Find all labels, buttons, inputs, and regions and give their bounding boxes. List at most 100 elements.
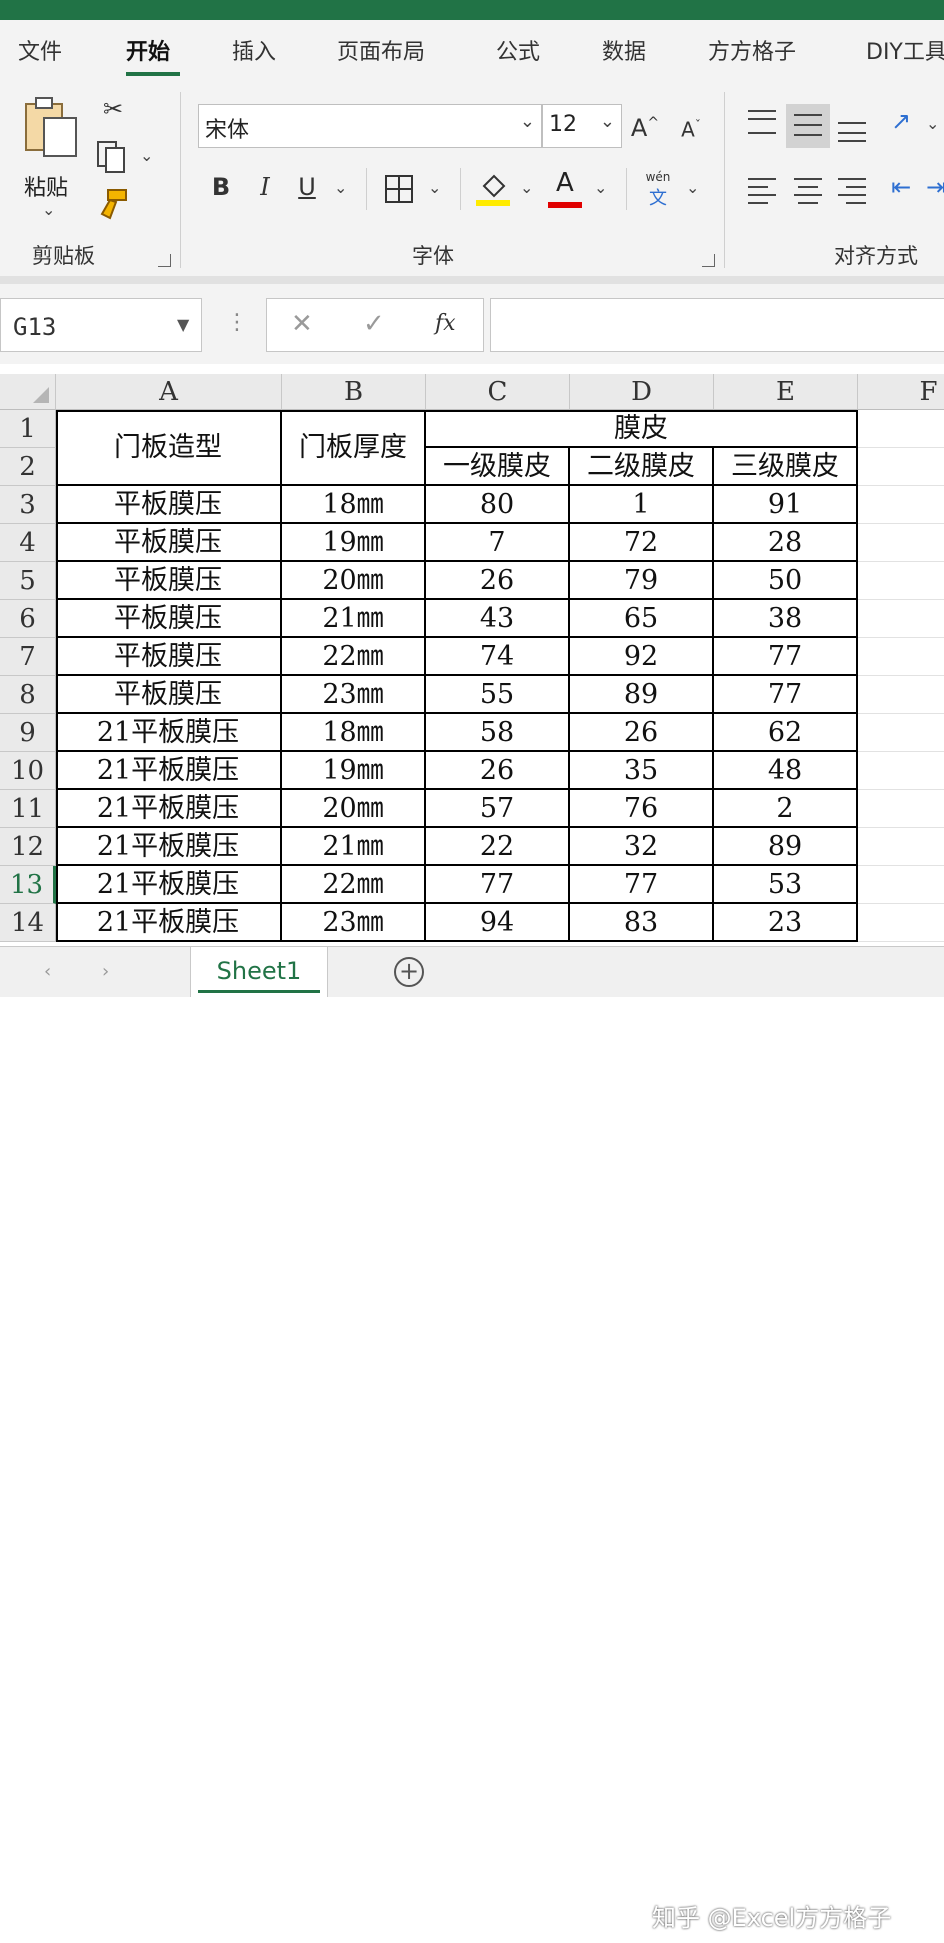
table-cell-c3[interactable]: 80: [426, 486, 570, 524]
row-header-1[interactable]: 1: [0, 410, 56, 448]
copy-button[interactable]: [96, 140, 128, 178]
paste-button[interactable]: 粘贴 ⌄: [22, 96, 82, 226]
clipboard-launcher-icon[interactable]: [158, 254, 171, 267]
table-cell-f2[interactable]: [858, 448, 944, 486]
paste-chevron-icon[interactable]: ⌄: [42, 200, 55, 219]
orientation-icon[interactable]: ↗: [884, 106, 918, 136]
row-header-3[interactable]: 3: [0, 486, 56, 524]
table-cell-d12[interactable]: 32: [570, 828, 714, 866]
row-header-5[interactable]: 5: [0, 562, 56, 600]
table-cell-c12[interactable]: 22: [426, 828, 570, 866]
table-cell-d5[interactable]: 79: [570, 562, 714, 600]
font-size-select[interactable]: 12 ⌄: [542, 104, 622, 148]
table-cell-a3[interactable]: 平板膜压: [56, 486, 282, 524]
row-header-4[interactable]: 4: [0, 524, 56, 562]
table-cell-b8[interactable]: 23㎜: [282, 676, 426, 714]
table-cell-c9[interactable]: 58: [426, 714, 570, 752]
tab-formulas[interactable]: 公式: [496, 34, 540, 66]
row-header-2[interactable]: 2: [0, 448, 56, 486]
chevron-down-icon[interactable]: ▼: [177, 315, 189, 334]
formula-bar-resize-dots-icon[interactable]: ⋮: [226, 310, 248, 335]
table-cell-d14[interactable]: 83: [570, 904, 714, 942]
table-cell-f10[interactable]: [858, 752, 944, 790]
table-cell-a5[interactable]: 平板膜压: [56, 562, 282, 600]
row-header-11[interactable]: 11: [0, 790, 56, 828]
table-cell-f14[interactable]: [858, 904, 944, 942]
table-cell-f7[interactable]: [858, 638, 944, 676]
table-cell-d13[interactable]: 77: [570, 866, 714, 904]
format-painter-button[interactable]: [96, 188, 130, 224]
table-cell-e14[interactable]: 23: [714, 904, 858, 942]
column-header-f[interactable]: F: [858, 374, 944, 410]
align-left-button[interactable]: [748, 174, 778, 204]
borders-chevron-icon[interactable]: ⌄: [428, 178, 441, 197]
table-cell-f6[interactable]: [858, 600, 944, 638]
decrease-indent-icon[interactable]: ⇤: [884, 172, 918, 202]
column-header-d[interactable]: D: [570, 374, 714, 410]
table-cell-b10[interactable]: 19㎜: [282, 752, 426, 790]
row-header-9[interactable]: 9: [0, 714, 56, 752]
borders-button[interactable]: [384, 174, 414, 208]
header-film-level-1[interactable]: 一级膜皮: [426, 448, 570, 486]
table-cell-d7[interactable]: 92: [570, 638, 714, 676]
table-cell-a9[interactable]: 21平板膜压: [56, 714, 282, 752]
italic-button[interactable]: I: [250, 172, 280, 202]
bold-button[interactable]: B: [206, 172, 236, 202]
table-cell-c4[interactable]: 7: [426, 524, 570, 562]
phonetic-chevron-icon[interactable]: ⌄: [686, 178, 699, 197]
column-header-e[interactable]: E: [714, 374, 858, 410]
table-cell-c10[interactable]: 26: [426, 752, 570, 790]
table-cell-c14[interactable]: 94: [426, 904, 570, 942]
font-color-chevron-icon[interactable]: ⌄: [594, 178, 607, 197]
table-cell-e5[interactable]: 50: [714, 562, 858, 600]
table-cell-e7[interactable]: 77: [714, 638, 858, 676]
formula-input[interactable]: [490, 298, 944, 352]
table-cell-f9[interactable]: [858, 714, 944, 752]
table-cell-f5[interactable]: [858, 562, 944, 600]
table-cell-e12[interactable]: 89: [714, 828, 858, 866]
header-door-style[interactable]: 门板造型: [56, 410, 282, 486]
table-cell-d8[interactable]: 89: [570, 676, 714, 714]
table-cell-e3[interactable]: 91: [714, 486, 858, 524]
table-cell-a14[interactable]: 21平板膜压: [56, 904, 282, 942]
phonetic-guide-button[interactable]: wén 文: [640, 170, 676, 210]
table-cell-a12[interactable]: 21平板膜压: [56, 828, 282, 866]
table-cell-e13[interactable]: 53: [714, 866, 858, 904]
copy-chevron-icon[interactable]: ⌄: [140, 146, 153, 165]
orientation-chevron-icon[interactable]: ⌄: [926, 114, 939, 133]
table-cell-e9[interactable]: 62: [714, 714, 858, 752]
top-align-button[interactable]: [748, 108, 778, 134]
table-cell-b7[interactable]: 22㎜: [282, 638, 426, 676]
scroll-right-icon[interactable]: ›: [102, 961, 109, 982]
align-center-button[interactable]: [794, 174, 824, 204]
table-cell-f11[interactable]: [858, 790, 944, 828]
tab-fangfangezi[interactable]: 方方格子: [708, 34, 796, 66]
table-cell-c5[interactable]: 26: [426, 562, 570, 600]
table-cell-b13[interactable]: 22㎜: [282, 866, 426, 904]
select-all-corner[interactable]: [0, 374, 56, 410]
table-cell-d6[interactable]: 65: [570, 600, 714, 638]
table-cell-a11[interactable]: 21平板膜压: [56, 790, 282, 828]
row-header-12[interactable]: 12: [0, 828, 56, 866]
table-cell-d4[interactable]: 72: [570, 524, 714, 562]
table-cell-e11[interactable]: 2: [714, 790, 858, 828]
column-header-c[interactable]: C: [426, 374, 570, 410]
row-header-8[interactable]: 8: [0, 676, 56, 714]
table-cell-f3[interactable]: [858, 486, 944, 524]
middle-align-button[interactable]: [786, 104, 830, 148]
table-cell-d11[interactable]: 76: [570, 790, 714, 828]
header-film-level-2[interactable]: 二级膜皮: [570, 448, 714, 486]
row-header-14[interactable]: 14: [0, 904, 56, 942]
font-name-select[interactable]: 宋体 ⌄: [198, 104, 542, 148]
underline-chevron-icon[interactable]: ⌄: [334, 178, 347, 197]
fill-color-chevron-icon[interactable]: ⌄: [520, 178, 533, 197]
table-cell-c8[interactable]: 55: [426, 676, 570, 714]
table-cell-e6[interactable]: 38: [714, 600, 858, 638]
column-header-b[interactable]: B: [282, 374, 426, 410]
table-cell-f12[interactable]: [858, 828, 944, 866]
table-cell-b12[interactable]: 21㎜: [282, 828, 426, 866]
row-header-10[interactable]: 10: [0, 752, 56, 790]
worksheet-grid[interactable]: ABCDEF 1234567891011121314 门板造型门板厚度膜皮一级膜…: [0, 364, 944, 946]
table-cell-c11[interactable]: 57: [426, 790, 570, 828]
tab-data[interactable]: 数据: [602, 34, 646, 66]
